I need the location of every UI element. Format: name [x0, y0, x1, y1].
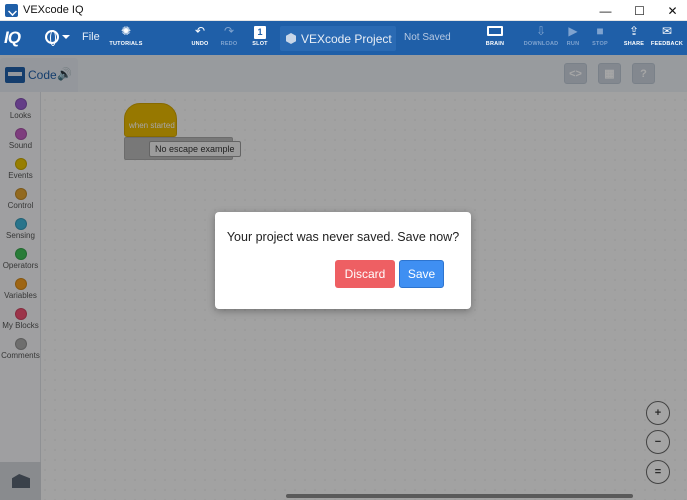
- save-status: Not Saved: [404, 32, 451, 43]
- window-titlebar: VEXcode IQ — ☐ ✕: [0, 0, 687, 21]
- globe-icon[interactable]: [45, 30, 59, 46]
- menu-bar: IQ File ✺ TUTORIALS ↶ UNDO ↷ REDO 1 SLOT…: [0, 21, 687, 55]
- tutorials-button[interactable]: ✺ TUTORIALS: [107, 24, 145, 52]
- hexagon-icon: [286, 33, 296, 44]
- brain-label: BRAIN: [485, 41, 505, 47]
- file-menu[interactable]: File: [82, 31, 100, 43]
- stop-label: STOP: [592, 41, 608, 47]
- chevron-down-icon[interactable]: [62, 35, 70, 39]
- feedback-label: FEEDBACK: [650, 41, 684, 47]
- stop-button[interactable]: ■ STOP: [581, 24, 619, 52]
- tutorials-label: TUTORIALS: [109, 41, 143, 47]
- stop-icon: ■: [596, 24, 604, 38]
- discard-button[interactable]: Discard: [335, 260, 395, 288]
- vexcode-app-icon: [5, 4, 18, 17]
- window-title: VEXcode IQ: [23, 4, 84, 16]
- project-name: VEXcode Project: [301, 32, 392, 46]
- brain-icon: [487, 26, 503, 36]
- close-button[interactable]: ✕: [655, 0, 687, 21]
- lightbulb-icon: ✺: [120, 24, 132, 38]
- save-button[interactable]: Save: [399, 260, 444, 288]
- slot-number: 1: [254, 26, 266, 39]
- slot-label: SLOT: [252, 41, 268, 47]
- save-prompt-dialog: Your project was never saved. Save now? …: [215, 212, 471, 309]
- feedback-button[interactable]: ✉ FEEDBACK: [648, 24, 686, 52]
- minimize-button[interactable]: —: [588, 0, 623, 21]
- brain-button[interactable]: BRAIN: [476, 24, 514, 52]
- iq-logo: IQ: [4, 28, 21, 47]
- maximize-button[interactable]: ☐: [622, 0, 657, 21]
- slot-button[interactable]: 1 SLOT: [241, 24, 279, 52]
- dialog-message: Your project was never saved. Save now?: [226, 230, 460, 244]
- project-name-field[interactable]: VEXcode Project: [280, 26, 396, 51]
- feedback-icon: ✉: [661, 24, 673, 38]
